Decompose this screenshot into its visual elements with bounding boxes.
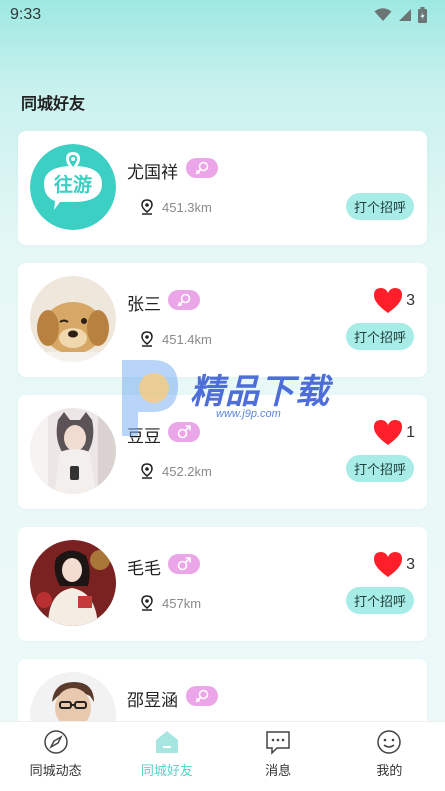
location-pin-icon: [141, 463, 153, 479]
female-badge: [186, 158, 218, 178]
heart-icon: [374, 552, 403, 577]
tab-city-friends[interactable]: 同城好友: [111, 722, 222, 791]
tab-label: 同城动态: [29, 764, 82, 779]
distance-value: 451.4km: [162, 331, 212, 347]
status-bar: 9:33: [0, 0, 445, 30]
female-icon: [177, 293, 191, 307]
distance: 452.2km: [140, 463, 212, 479]
bottom-tab-bar: 同城动态 同城好友 消息 我的: [0, 721, 445, 791]
tab-city-feed[interactable]: 同城动态: [0, 722, 111, 791]
avatar: [30, 408, 116, 494]
tab-label: 同城好友: [140, 764, 193, 779]
wifi-icon: [374, 8, 392, 21]
user-name: 张三: [127, 295, 161, 315]
user-card[interactable]: 往游 尤国祥 451.3km 打个招呼: [18, 131, 427, 245]
app-logo-avatar: 往游: [30, 144, 116, 230]
female-badge: [168, 290, 200, 310]
compass-icon: [43, 730, 68, 754]
distance: 451.4km: [140, 331, 212, 347]
user-card[interactable]: 张三 3 451.4km 打个招呼: [18, 263, 427, 377]
distance-value: 452.2km: [162, 463, 212, 479]
avatar: [30, 276, 116, 362]
heart-icon: [374, 288, 403, 313]
tab-messages[interactable]: 消息: [223, 722, 334, 791]
section-title: 同城好友: [21, 94, 86, 113]
likes[interactable]: 3: [373, 551, 415, 579]
tab-label: 消息: [265, 764, 292, 779]
like-count: 3: [406, 556, 415, 573]
heart-icon: [374, 420, 403, 445]
female-icon: [195, 689, 209, 703]
greet-button[interactable]: 打个招呼: [346, 323, 414, 350]
greet-button[interactable]: 打个招呼: [346, 587, 414, 614]
greet-button[interactable]: 打个招呼: [346, 455, 414, 482]
like-count: 1: [406, 424, 415, 441]
status-icons: [374, 7, 427, 23]
location-pin-icon: [141, 331, 153, 347]
male-icon: [177, 557, 191, 571]
like-count: 3: [406, 292, 415, 309]
distance: 457km: [140, 595, 201, 611]
likes[interactable]: 1: [373, 419, 415, 447]
user-card[interactable]: 毛毛 3 457km 打个招呼: [18, 527, 427, 641]
signal-icon: [399, 9, 411, 21]
male-icon: [177, 425, 191, 439]
female-icon: [195, 161, 209, 175]
tab-label: 我的: [376, 764, 403, 779]
tab-profile[interactable]: 我的: [334, 722, 445, 791]
user-card[interactable]: 豆豆 1 452.2km 打个招呼: [18, 395, 427, 509]
greet-button[interactable]: 打个招呼: [346, 193, 414, 220]
female-badge: [186, 686, 218, 706]
user-name: 豆豆: [127, 427, 161, 447]
location-pin-icon: [141, 595, 153, 611]
home-icon: [155, 731, 178, 753]
user-name: 尤国祥: [127, 163, 178, 183]
status-time: 9:33: [10, 6, 42, 23]
distance-value: 457km: [162, 595, 202, 611]
likes[interactable]: 3: [373, 287, 415, 315]
user-name: 毛毛: [127, 559, 161, 579]
profile-icon: [377, 730, 402, 754]
user-name: 邵昱涵: [127, 691, 178, 711]
battery-icon: [418, 7, 427, 23]
distance: 451.3km: [140, 199, 212, 215]
male-badge: [168, 554, 200, 574]
distance-value: 451.3km: [162, 199, 212, 215]
avatar: [30, 540, 116, 626]
message-icon: [266, 731, 290, 755]
male-badge: [168, 422, 200, 442]
app-logo-text: 往游: [54, 173, 92, 196]
location-pin-icon: [141, 199, 153, 215]
